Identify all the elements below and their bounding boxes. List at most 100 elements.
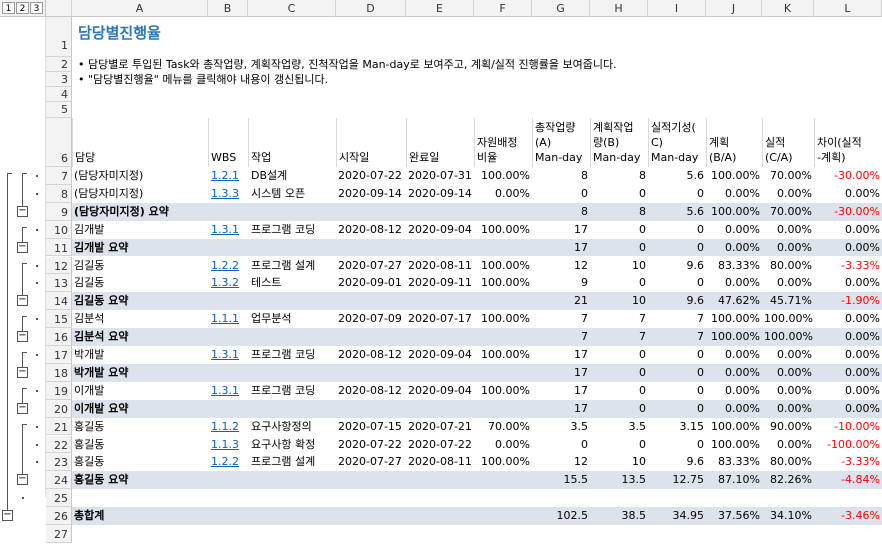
outline-level-3-button[interactable]: 3 (30, 2, 43, 14)
cell-l: 0.00% (845, 186, 880, 200)
row-header[interactable]: 2 (46, 57, 72, 72)
cell-g: 8 (581, 204, 588, 218)
outline-collapse-button[interactable]: − (17, 474, 28, 486)
table-header-j: 계획 (B/A) (706, 118, 762, 167)
row-header[interactable]: 3 (46, 72, 72, 87)
outline-collapse-button[interactable]: − (2, 510, 13, 522)
table-header-g-line: Man-day (535, 151, 583, 164)
outline-collapse-button[interactable]: − (17, 241, 28, 253)
row-header[interactable]: 25 (46, 489, 72, 508)
row-header[interactable]: 27 (46, 525, 72, 543)
row-header[interactable]: 1 (46, 17, 72, 57)
column-header-e[interactable]: E (406, 0, 474, 17)
cell-h: 0 (639, 437, 646, 451)
cell-j: 100.00% (711, 330, 760, 344)
column-header-c[interactable]: C (248, 0, 336, 17)
row-header[interactable]: 19 (46, 381, 72, 400)
cell-f: 70.00% (488, 419, 530, 433)
row-header[interactable]: 11 (46, 238, 72, 257)
column-header-f[interactable]: F (474, 0, 532, 17)
cell-g: 17 (574, 365, 588, 379)
cell-g: 12 (574, 455, 588, 469)
row-header[interactable]: 7 (46, 167, 72, 185)
wbs-link[interactable]: 1.3.2 (208, 274, 248, 292)
cell-k: 82.26% (770, 473, 812, 487)
select-all-corner[interactable] (46, 0, 72, 17)
wbs-link[interactable]: 1.1.3 (208, 436, 248, 454)
cell-a: (담당자미지정) (74, 186, 144, 200)
cell-a: 김분석 요약 (74, 330, 129, 344)
cell-e: 2020-08-11 (408, 455, 472, 469)
cell-h: 13.5 (621, 473, 647, 487)
cell-k: 100.00% (764, 330, 813, 344)
row-header[interactable]: 22 (46, 435, 72, 454)
row-header[interactable]: 16 (46, 328, 72, 346)
table-header-c-label: 작업 (251, 151, 272, 164)
table-header-k-line: 실적 (765, 136, 786, 149)
outline-collapse-button[interactable]: − (17, 295, 28, 307)
outline-collapse-button[interactable]: − (17, 402, 28, 414)
table-header-k: 실적 (C/A) (762, 118, 814, 167)
row-header[interactable]: 8 (46, 184, 72, 203)
row-header[interactable]: 24 (46, 471, 72, 490)
row-header[interactable]: 26 (46, 507, 72, 525)
column-header-l[interactable]: L (814, 0, 882, 17)
row-header[interactable]: 9 (46, 202, 72, 221)
row-header[interactable]: 14 (46, 292, 72, 311)
cell-k: 0.00% (777, 437, 812, 451)
cell-g: 17 (574, 383, 588, 397)
table-header-a: 담당 (72, 118, 208, 167)
cell-f: 100.00% (481, 312, 530, 326)
cell-e: 2020-07-31 (408, 169, 472, 182)
cell-d: 2020-07-22 (338, 169, 402, 182)
wbs-link[interactable]: 1.2.2 (208, 257, 248, 275)
table-header-g: 총작업량 (A) Man-day (532, 118, 590, 167)
cell-f: 100.00% (481, 222, 530, 236)
wbs-link[interactable]: 1.2.2 (208, 453, 248, 471)
wbs-link[interactable]: 1.3.3 (208, 185, 248, 203)
column-header-i[interactable]: I (648, 0, 706, 17)
cell-j: 0.00% (725, 276, 760, 290)
table-header-e-label: 완료일 (409, 151, 440, 164)
column-header-b[interactable]: B (208, 0, 248, 17)
outline-level-2-button[interactable]: 2 (16, 2, 29, 14)
cell-l: -30.00% (834, 169, 880, 182)
cell-f: 0.00% (495, 186, 530, 200)
wbs-link[interactable]: 1.2.1 (208, 167, 248, 185)
cell-h: 0 (639, 240, 646, 254)
wbs-link[interactable]: 1.3.1 (208, 382, 248, 400)
column-header-k[interactable]: K (762, 0, 814, 17)
row-header[interactable]: 20 (46, 399, 72, 418)
outline-collapse-button[interactable]: − (17, 331, 28, 343)
row-header[interactable]: 6 (46, 118, 72, 167)
cell-j: 83.33% (718, 258, 760, 272)
outline-detail-dot (36, 443, 38, 446)
row-header[interactable]: 4 (46, 87, 72, 102)
row-header[interactable]: 21 (46, 417, 72, 436)
cell-d: 2020-07-22 (338, 437, 402, 451)
outline-level-1-button[interactable]: 1 (2, 2, 15, 14)
column-header-d[interactable]: D (336, 0, 406, 17)
outline-collapse-button[interactable]: − (17, 205, 28, 217)
column-header-h[interactable]: H (590, 0, 648, 17)
wbs-link[interactable]: 1.1.1 (208, 310, 248, 328)
column-header-j[interactable]: J (706, 0, 762, 17)
row-header[interactable]: 23 (46, 453, 72, 472)
row-header[interactable]: 15 (46, 310, 72, 329)
row-header[interactable]: 17 (46, 346, 72, 364)
table-header-h: 계획작업 량(B) Man-day (590, 118, 648, 167)
row-header[interactable]: 5 (46, 102, 72, 118)
column-header-g[interactable]: G (532, 0, 590, 17)
row-header[interactable]: 10 (46, 220, 72, 239)
cell-i: 5.6 (686, 204, 705, 218)
cell-c: 프로그램 설계 (251, 455, 316, 469)
row-header[interactable]: 18 (46, 363, 72, 382)
wbs-link[interactable]: 1.3.1 (208, 346, 248, 364)
column-header-a[interactable]: A (72, 0, 208, 17)
row-header[interactable]: 12 (46, 256, 72, 275)
row-header[interactable]: 13 (46, 274, 72, 293)
outline-collapse-button[interactable]: − (17, 366, 28, 378)
cell-e: 2020-08-11 (408, 258, 472, 272)
wbs-link[interactable]: 1.1.2 (208, 418, 248, 436)
wbs-link[interactable]: 1.3.1 (208, 221, 248, 239)
